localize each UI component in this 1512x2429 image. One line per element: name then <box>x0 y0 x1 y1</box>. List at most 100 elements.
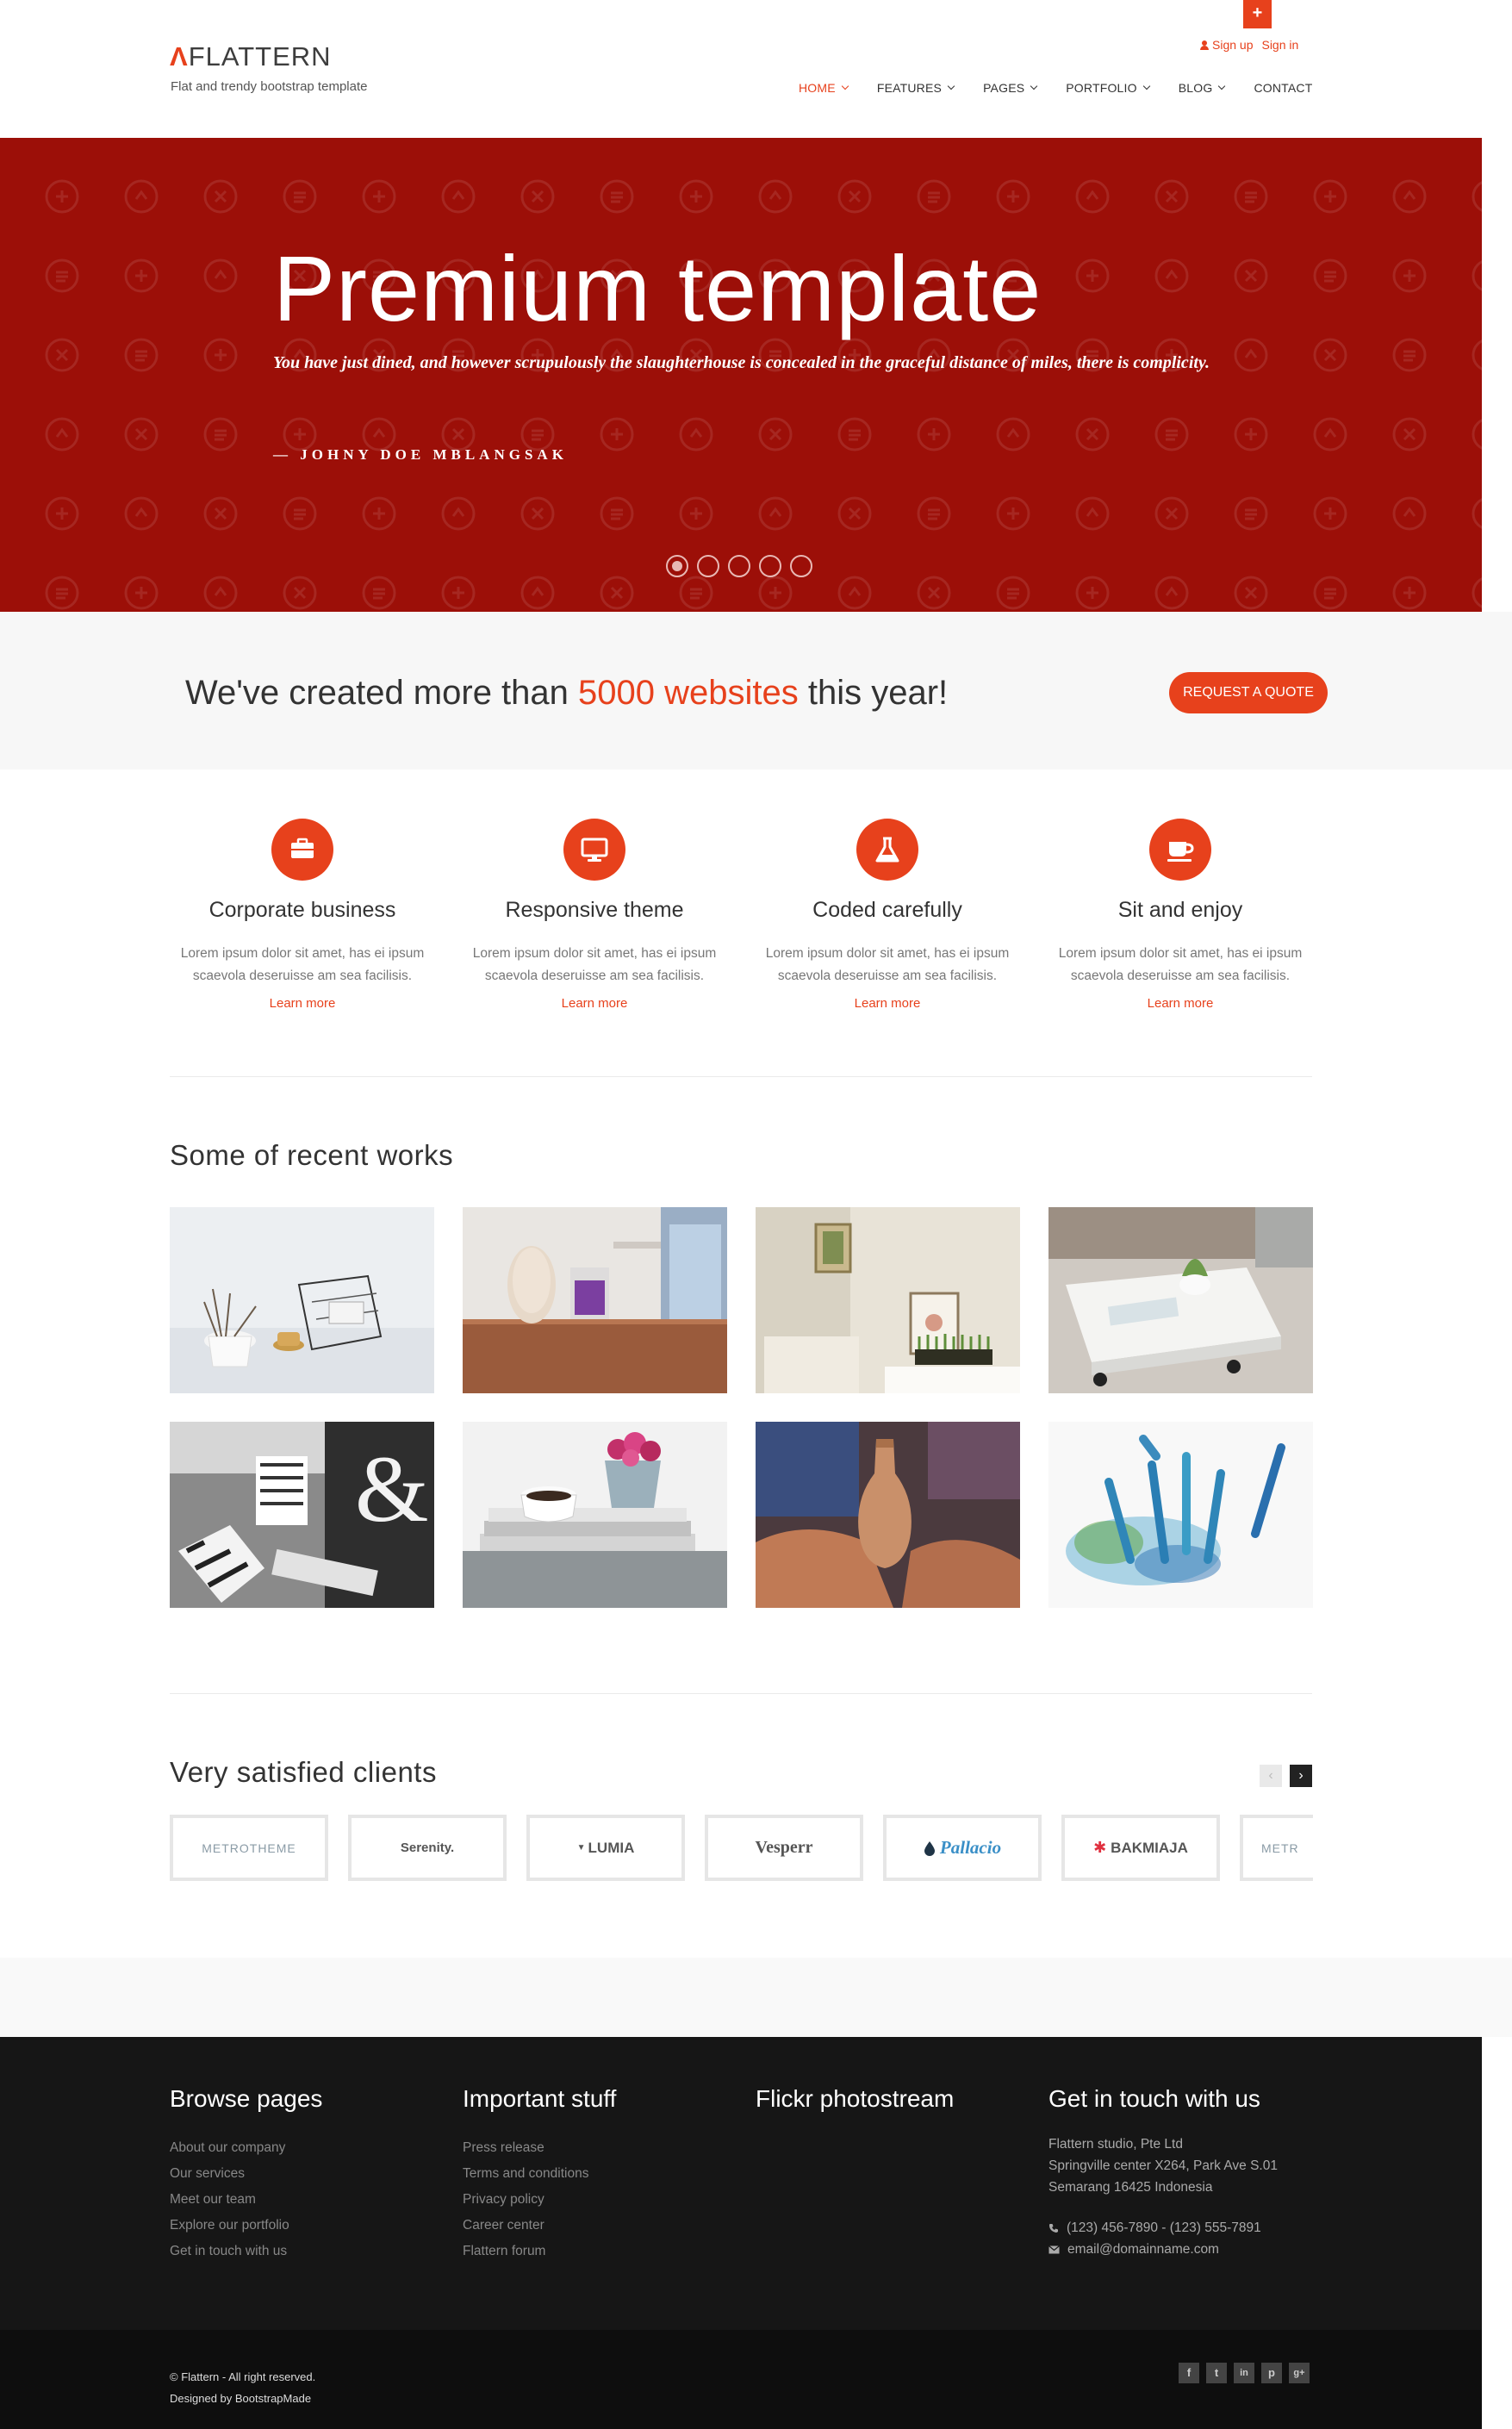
portfolio-thumb[interactable] <box>1048 1207 1313 1393</box>
pattern-glyph <box>1086 190 1099 200</box>
pattern-icon <box>362 417 396 452</box>
sub-footer: © Flattern - All right reserved. Designe… <box>0 2330 1482 2429</box>
footer-column-title: Important stuff <box>463 2085 617 2112</box>
client-logo-text: Serenity. <box>400 1840 455 1855</box>
portfolio-thumb[interactable] <box>463 1207 727 1393</box>
footer-link[interactable]: Explore our portfolio <box>170 2213 322 2239</box>
google-plus-icon[interactable]: g+ <box>1289 2363 1310 2383</box>
pattern-glyph <box>689 427 703 438</box>
address-line: Springville center X264, Park Ave S.01 <box>1048 2158 1278 2173</box>
footer-column-important: Important stuff Press release Terms and … <box>463 2085 616 2264</box>
feature-title: Coded carefully <box>812 898 962 922</box>
footer-link[interactable]: Flattern forum <box>463 2239 616 2264</box>
pattern-icon <box>203 576 238 610</box>
pattern-glyph <box>1086 507 1099 517</box>
footer-contact: (123) 456-7890 - (123) 555-7891 email@do… <box>1048 2217 1278 2260</box>
pattern-icon <box>1472 498 1482 529</box>
nav-item-home[interactable]: HOME <box>799 81 849 95</box>
nav-label: FEATURES <box>876 81 943 95</box>
client-logo[interactable]: Pallacio <box>883 1815 1042 1881</box>
footer-link[interactable]: Get in touch with us <box>170 2239 322 2264</box>
pattern-glyph <box>1007 588 1019 600</box>
footer-link[interactable]: Press release <box>463 2135 616 2161</box>
slider-dot[interactable] <box>728 555 750 577</box>
twitter-icon[interactable]: t <box>1206 2363 1227 2383</box>
pattern-icon <box>1154 258 1189 293</box>
client-logo[interactable]: ✱ BAKMIAJA <box>1061 1815 1220 1881</box>
portfolio-thumb[interactable] <box>463 1422 727 1608</box>
pattern-glyph <box>373 588 385 600</box>
client-logo[interactable]: METROTHEME <box>170 1815 328 1881</box>
designed-by-text[interactable]: Designed by BootstrapMade <box>170 2388 315 2409</box>
portfolio-thumb[interactable]: & <box>170 1422 434 1608</box>
footer-link[interactable]: Career center <box>463 2213 616 2239</box>
callout-band: We've created more than 5000 websites th… <box>0 612 1512 769</box>
sign-up-label: Sign up <box>1212 38 1254 52</box>
pattern-glyph <box>135 350 147 362</box>
pattern-glyph <box>1324 508 1336 520</box>
linkedin-icon[interactable]: in <box>1234 2363 1254 2383</box>
slider-dot[interactable] <box>790 555 812 577</box>
facebook-icon[interactable]: f <box>1179 2363 1199 2383</box>
pattern-glyph <box>1244 348 1258 358</box>
pattern-icon <box>996 417 1030 452</box>
portfolio-thumb[interactable] <box>170 1207 434 1393</box>
footer-link[interactable]: Privacy policy <box>463 2187 616 2213</box>
pinterest-icon[interactable]: p <box>1261 2363 1282 2383</box>
logo[interactable]: ΛFLATTERN <box>170 41 332 72</box>
nav-item-features[interactable]: FEATURES <box>876 81 955 95</box>
pattern-icon <box>520 576 555 610</box>
monitor-icon <box>563 819 625 881</box>
divider <box>170 1693 1312 1694</box>
copyright: © Flattern - All right reserved. Designe… <box>170 2366 315 2409</box>
email-address[interactable]: email@domainname.com <box>1067 2239 1219 2260</box>
pattern-glyph <box>56 508 68 520</box>
client-logo[interactable]: METR <box>1240 1815 1313 1881</box>
client-logo[interactable]: Serenity. <box>348 1815 507 1881</box>
pattern-glyph <box>531 507 544 520</box>
learn-more-link[interactable]: Learn more <box>465 996 724 1011</box>
request-quote-button[interactable]: REQUEST A QUOTE <box>1169 672 1328 713</box>
client-logo-text: METROTHEME <box>202 1840 296 1855</box>
nav-item-portfolio[interactable]: PORTFOLIO <box>1066 81 1150 95</box>
learn-more-link[interactable]: Learn more <box>1051 996 1310 1011</box>
slider-dot[interactable] <box>666 555 688 577</box>
footer-link[interactable]: Our services <box>170 2161 322 2187</box>
learn-more-link[interactable]: Learn more <box>173 996 432 1011</box>
client-logo[interactable]: ▼ LUMIA <box>526 1815 685 1881</box>
nav-item-contact[interactable]: CONTACT <box>1254 81 1312 95</box>
client-logo-text: BAKMIAJA <box>1111 1839 1188 1856</box>
portfolio-thumb[interactable] <box>756 1207 1020 1393</box>
footer-link[interactable]: Meet our team <box>170 2187 322 2213</box>
carousel-prev-button[interactable]: ‹ <box>1260 1765 1282 1787</box>
pattern-icon <box>1075 496 1110 531</box>
sign-up-link[interactable]: Sign up <box>1200 38 1253 52</box>
address-line: Semarang 16425 Indonesia <box>1048 2180 1213 2195</box>
nav-item-blog[interactable]: BLOG <box>1179 81 1226 95</box>
nav-item-pages[interactable]: PAGES <box>983 81 1038 95</box>
pattern-icon <box>45 417 79 452</box>
pattern-glyph <box>134 190 148 200</box>
feature-card: Corporate business Lorem ipsum dolor sit… <box>173 819 432 1011</box>
pattern-icon <box>679 417 713 452</box>
sign-in-link[interactable]: Sign in <box>1261 38 1298 52</box>
flask-icon <box>856 819 918 881</box>
phone-icon <box>1049 2223 1058 2233</box>
portfolio-thumb[interactable] <box>756 1422 1020 1608</box>
pattern-glyph <box>373 190 385 202</box>
footer-link[interactable]: About our company <box>170 2135 322 2161</box>
learn-more-link[interactable]: Learn more <box>758 996 1017 1011</box>
portfolio-thumb[interactable] <box>1048 1422 1313 1608</box>
pattern-glyph <box>848 586 862 596</box>
site-header: ΛFLATTERN Flat and trendy bootstrap temp… <box>0 0 1512 138</box>
pattern-glyph <box>1403 190 1416 200</box>
footer-link[interactable]: Terms and conditions <box>463 2161 616 2187</box>
pattern-glyph <box>135 587 147 599</box>
plus-icon[interactable]: + <box>1243 0 1272 28</box>
slider-dot[interactable] <box>759 555 781 577</box>
logo-mark: Λ <box>170 41 189 72</box>
slider-dot[interactable] <box>697 555 719 577</box>
carousel-next-button[interactable]: › <box>1290 1765 1312 1787</box>
client-logo[interactable]: Vesperr <box>705 1815 863 1881</box>
envelope-icon <box>1048 2245 1060 2253</box>
